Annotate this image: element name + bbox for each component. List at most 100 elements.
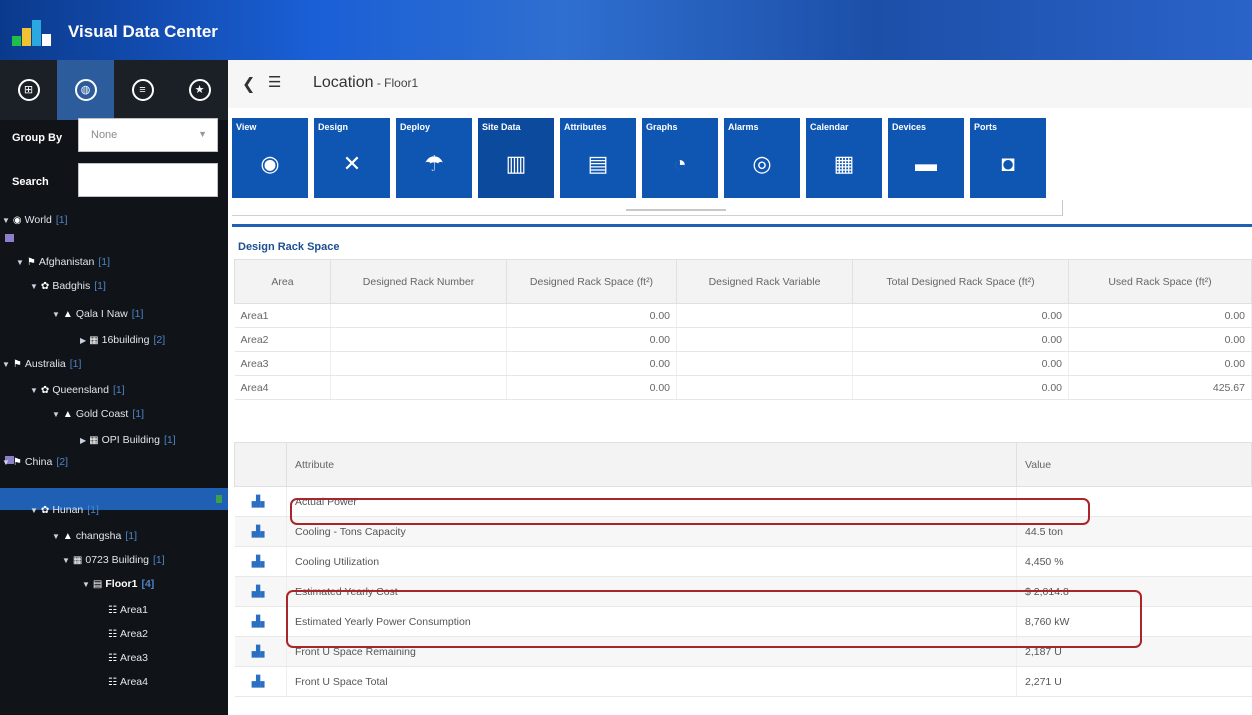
tree-node-0723-building[interactable]: ▼ ▦ 0723 Building [1] [62,550,165,570]
ports-icon: ◘ [1001,151,1015,176]
tree-toggle-icon[interactable]: ▼ [52,310,60,319]
area-icon: ☷ [108,628,117,640]
tree-toggle-icon[interactable]: ▼ [30,506,38,515]
toolbar-calendar-button[interactable]: Calendar ▦ [806,118,882,198]
calendar-icon: ▦ [833,151,855,176]
site-data-icon: ▥ [505,151,527,176]
tree-toggle-icon[interactable]: ▶ [80,336,86,345]
design-rack-space-table: Area Designed Rack Number Designed Rack … [234,259,1252,400]
tree-node-opi-building[interactable]: ▶ ▦ OPI Building [1] [80,430,176,450]
column-header[interactable]: Designed Rack Number [330,259,507,304]
location-topbar: ❮ ☰ Location - Floor1 [228,60,1252,108]
toolbar-attributes-button[interactable]: Attributes ▤ [560,118,636,198]
tree-node-area4[interactable]: ☷ Area4 [108,672,148,692]
app-header: Visual Data Center [0,0,1252,60]
tree-toggle-icon[interactable]: ▼ [16,258,24,267]
parachute-icon: ☂ [424,151,444,176]
design-rack-space-panel: Design Rack Space Area Designed Rack Num… [232,224,1252,442]
flag-icon: ⚑ [12,456,22,468]
toolbar-design-button[interactable]: Design ✕ [314,118,390,198]
toolbar-ports-button[interactable]: Ports ◘ [970,118,1046,198]
annotation-box-yearly-metrics [286,590,1142,648]
attributes-icon: ▤ [587,151,609,176]
app-logo [12,20,52,46]
toolbar-scroll-handle[interactable] [626,209,726,211]
toolbar-graphs-button[interactable]: Graphs ◔ [642,118,718,198]
tree-toggle-icon[interactable]: ▼ [82,580,90,589]
toolbar-site-data-button[interactable]: Site Data ▥ [478,118,554,198]
tree-node-china[interactable]: ▼ ⚑ China [2] [2,452,68,472]
tree-node-afghanistan[interactable]: ▼ ⚑ Afghanistan [1] [16,252,110,272]
graph-icon[interactable]: ▟▖ [234,576,287,607]
tree-node-hunan[interactable]: ▼ ✿ Hunan [1] [30,500,99,520]
table-row[interactable]: Area4 0.00 0.00 425.67 [234,375,1252,400]
column-header[interactable]: Attribute [286,442,1017,487]
tree-toggle-icon[interactable]: ▼ [62,556,70,565]
tree-node-qala-i-naw[interactable]: ▼ ▲ Qala I Naw [1] [52,304,143,324]
tree-node-badghis[interactable]: ▼ ✿ Badghis [1] [30,276,106,296]
tree-toggle-icon[interactable]: ▼ [30,282,38,291]
floor-icon: ▤ [92,578,103,590]
toolbar-devices-button[interactable]: Devices ▬ [888,118,964,198]
eye-icon: ◉ [260,151,280,176]
gauge-icon: ◔ [673,151,687,176]
toolbar-divider-end [1062,200,1063,216]
region-icon: ✿ [40,384,50,396]
city-icon: ▲ [62,408,73,420]
city-icon: ▲ [62,530,73,542]
table-row[interactable]: ▟▖ Front U Space Total 2,271 U [234,666,1252,697]
tree-toggle-icon[interactable]: ▶ [80,436,86,445]
toolbar-deploy-button[interactable]: Deploy ☂ [396,118,472,198]
page-subtitle: Floor1 [384,76,419,90]
graph-icon[interactable]: ▟▖ [234,516,287,547]
tree-toggle-icon[interactable]: ▼ [2,216,10,225]
column-header[interactable]: Designed Rack Space (ft²) [506,259,677,304]
tree-node-area2[interactable]: ☷ Area2 [108,624,148,644]
flag-icon: ⚑ [12,358,22,370]
toolbar-view-button[interactable]: View ◉ [232,118,308,198]
column-header[interactable]: Value [1016,442,1252,487]
column-header[interactable]: Area [234,259,331,304]
area-icon: ☷ [108,676,117,688]
tree-node-queensland[interactable]: ▼ ✿ Queensland [1] [30,380,125,400]
city-icon: ▲ [62,308,73,320]
tree-node-area3[interactable]: ☷ Area3 [108,648,148,668]
graph-icon[interactable]: ▟▖ [234,606,287,637]
building-icon: ▦ [89,334,99,346]
annotation-box-actual-power [290,498,1090,525]
column-header[interactable]: Used Rack Space (ft²) [1068,259,1252,304]
table-row[interactable]: ▟▖ Cooling Utilization 4,450 % [234,546,1252,577]
tools-icon: ✕ [342,151,362,176]
tree-toggle-icon[interactable]: ▼ [2,360,10,369]
tree-node-changsha[interactable]: ▼ ▲ changsha [1] [52,526,137,546]
table-row[interactable]: Area2 0.00 0.00 0.00 [234,327,1252,352]
tree-node-16building[interactable]: ▶ ▦ 16building [2] [80,330,165,350]
menu-icon[interactable]: ☰ [268,73,281,91]
toolbar-divider [232,200,1062,216]
building-icon: ▦ [89,434,99,446]
area-icon: ☷ [108,604,117,616]
tree-node-floor1[interactable]: ▼ ▤ Floor1 [4] [82,574,154,594]
column-header[interactable]: Total Designed Rack Space (ft²) [852,259,1069,304]
tree-toggle-icon[interactable]: ▼ [2,458,10,467]
toolbar-alarms-button[interactable]: Alarms ◎ [724,118,800,198]
table-row[interactable]: Area3 0.00 0.00 0.00 [234,351,1252,376]
area-icon: ☷ [108,652,117,664]
tree-node-australia[interactable]: ▼ ⚑ Australia [1] [2,354,81,374]
table-row[interactable]: Area1 0.00 0.00 0.00 [234,303,1252,328]
graph-icon[interactable]: ▟▖ [234,636,287,667]
back-icon[interactable]: ❮ [242,74,255,94]
tree-toggle-icon[interactable]: ▼ [52,532,60,541]
tree-toggle-icon[interactable]: ▼ [30,386,38,395]
globe-icon: ◉ [12,214,22,226]
region-icon: ✿ [40,504,50,516]
graph-icon[interactable]: ▟▖ [234,486,287,517]
column-header[interactable]: Designed Rack Variable [676,259,853,304]
tree-node-world[interactable]: ▼ ◉ World [1] [2,210,68,230]
tree-node-gold-coast[interactable]: ▼ ▲ Gold Coast [1] [52,404,144,424]
graph-icon[interactable]: ▟▖ [234,546,287,577]
tree-node-area1[interactable]: ☷ Area1 [108,600,148,620]
graph-icon[interactable]: ▟▖ [234,666,287,697]
section-title: Design Rack Space [238,241,340,253]
tree-toggle-icon[interactable]: ▼ [52,410,60,419]
